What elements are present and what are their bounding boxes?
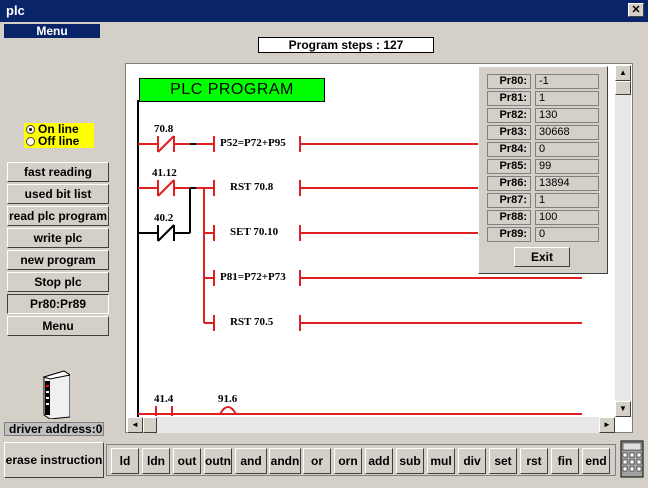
instr-rst-button[interactable]: rst — [520, 448, 548, 474]
horizontal-scrollbar[interactable]: ◄ ► — [127, 417, 615, 433]
scroll-up-icon[interactable]: ▲ — [615, 65, 631, 81]
contact-label: 91.6 — [218, 393, 238, 405]
instr-set-button[interactable]: set — [489, 448, 517, 474]
contact-label: 40.2 — [154, 212, 174, 224]
instr-ld-button[interactable]: ld — [111, 448, 139, 474]
output-label: RST 70.8 — [230, 181, 274, 193]
pr-value: 30668 — [535, 125, 599, 140]
pr-label: Pr84: — [487, 142, 531, 157]
scroll-thumb[interactable] — [615, 81, 631, 95]
output-label: SET 70.10 — [230, 226, 279, 238]
hscroll-thumb[interactable] — [143, 417, 157, 433]
pr-row: Pr88: 100 — [487, 210, 599, 225]
pr-value: 1 — [535, 193, 599, 208]
pr-label: Pr83: — [487, 125, 531, 140]
instr-fin-button[interactable]: fin — [551, 448, 579, 474]
pr-row: Pr83: 30668 — [487, 125, 599, 140]
output-label: P52=P72+P95 — [220, 137, 286, 149]
contact-label: 41.12 — [152, 167, 177, 179]
pr-label: Pr82: — [487, 108, 531, 123]
pr-label: Pr85: — [487, 159, 531, 174]
instr-orn-button[interactable]: orn — [334, 448, 362, 474]
vertical-scrollbar[interactable]: ▲ ▼ — [615, 65, 631, 417]
pr-value: 0 — [535, 142, 599, 157]
pr-value: 99 — [535, 159, 599, 174]
instr-sub-button[interactable]: sub — [396, 448, 424, 474]
instr-out-button[interactable]: out — [173, 448, 201, 474]
scroll-left-icon[interactable]: ◄ — [127, 417, 143, 433]
pr-row: Pr87: 1 — [487, 193, 599, 208]
pr-row: Pr84: 0 — [487, 142, 599, 157]
instr-andn-button[interactable]: andn — [269, 448, 301, 474]
instr-ldn-button[interactable]: ldn — [142, 448, 170, 474]
instr-outn-button[interactable]: outn — [204, 448, 232, 474]
instr-or-button[interactable]: or — [303, 448, 331, 474]
instr-end-button[interactable]: end — [582, 448, 610, 474]
output-label: P81=P72+P73 — [220, 271, 286, 283]
pr-row: Pr80: -1 — [487, 74, 599, 89]
scroll-right-icon[interactable]: ► — [599, 417, 615, 433]
pr-row: Pr85: 99 — [487, 159, 599, 174]
pr-label: Pr89: — [487, 227, 531, 242]
pr-row: Pr86: 13894 — [487, 176, 599, 191]
erase-instruction-button[interactable]: erase instruction — [4, 442, 104, 478]
pr-label: Pr80: — [487, 74, 531, 89]
pr-value: 130 — [535, 108, 599, 123]
calculator-icon[interactable] — [620, 440, 644, 478]
pr-value: 1 — [535, 91, 599, 106]
pr-label: Pr88: — [487, 210, 531, 225]
output-label: RST 70.5 — [230, 316, 274, 328]
instr-div-button[interactable]: div — [458, 448, 486, 474]
pr-value: -1 — [535, 74, 599, 89]
instr-add-button[interactable]: add — [365, 448, 393, 474]
pr-label: Pr81: — [487, 91, 531, 106]
pr-row: Pr82: 130 — [487, 108, 599, 123]
pr-value: 0 — [535, 227, 599, 242]
contact-label: 70.8 — [154, 123, 174, 135]
pr-registers-panel: Pr80: -1 Pr81: 1 Pr82: 130 Pr83: 30668 Pr84:… — [478, 66, 608, 274]
pr-value: 100 — [535, 210, 599, 225]
instr-and-button[interactable]: and — [235, 448, 267, 474]
instr-mul-button[interactable]: mul — [427, 448, 455, 474]
contact-label: 41.4 — [154, 393, 174, 405]
scroll-down-icon[interactable]: ▼ — [615, 401, 631, 417]
pr-row: Pr89: 0 — [487, 227, 599, 242]
pr-row: Pr81: 1 — [487, 91, 599, 106]
pr-label: Pr87: — [487, 193, 531, 208]
pr-value: 13894 — [535, 176, 599, 191]
instruction-button-group: ld ldn out outn and andn or orn add sub … — [106, 444, 616, 476]
exit-button[interactable]: Exit — [514, 247, 570, 267]
pr-label: Pr86: — [487, 176, 531, 191]
